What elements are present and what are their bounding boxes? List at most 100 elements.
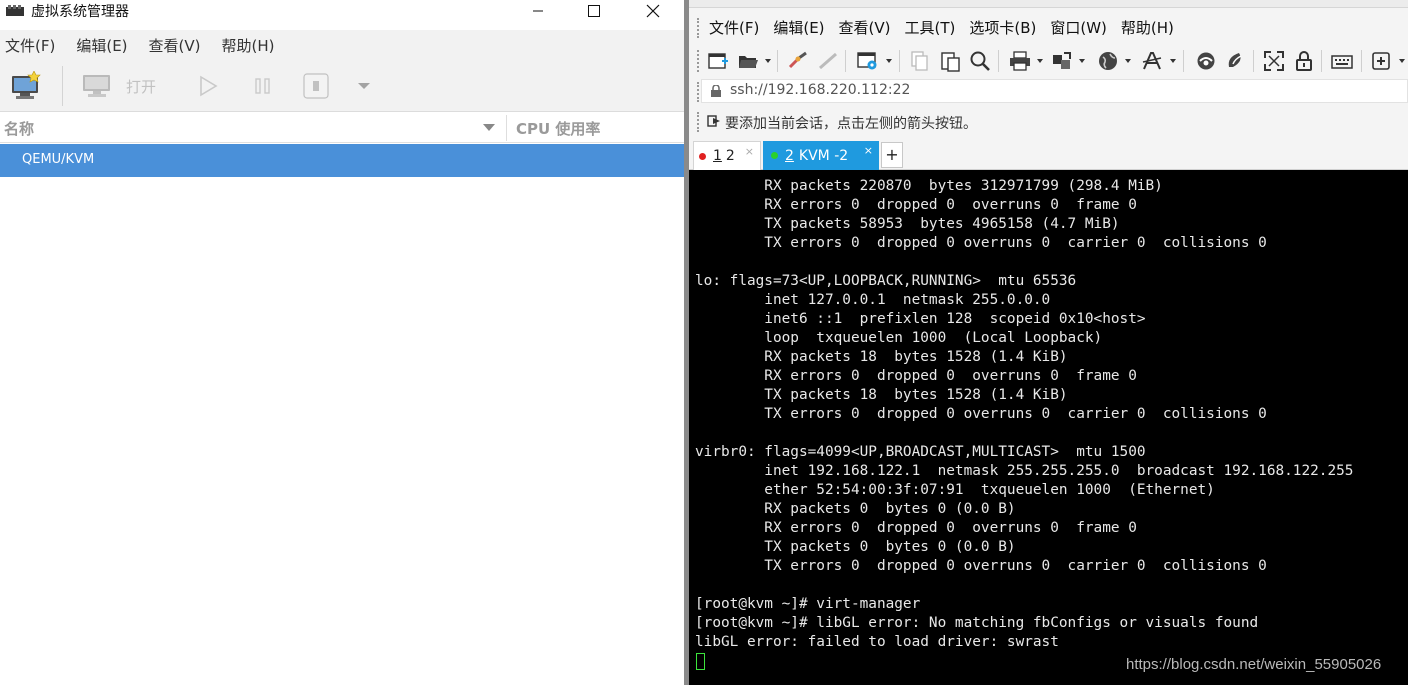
xs-menu-tab[interactable]: 选项卡(B) xyxy=(969,17,1036,38)
terminal-line: inet6 ::1 prefixlen 128 scopeid 0x10<hos… xyxy=(695,311,1146,327)
terminal-line: TX errors 0 dropped 0 overruns 0 carrier… xyxy=(695,558,1267,574)
open-dropdown-icon[interactable] xyxy=(765,59,771,63)
xs-menu-help[interactable]: 帮助(H) xyxy=(1121,17,1174,38)
terminal-line: RX packets 0 bytes 0 (0.0 B) xyxy=(695,501,1016,517)
print-icon[interactable] xyxy=(1009,50,1031,72)
menu-help[interactable]: 帮助(H) xyxy=(222,35,275,56)
terminal-line: TX packets 18 bytes 1528 (1.4 KiB) xyxy=(695,387,1068,403)
transfer-dropdown-icon[interactable] xyxy=(1079,59,1085,63)
disconnect-icon[interactable] xyxy=(817,50,839,72)
app-logo-icon xyxy=(6,5,24,16)
font-icon[interactable] xyxy=(1141,50,1163,72)
xftp-icon[interactable] xyxy=(1195,50,1217,72)
vm-list-header: 名称 CPU 使用率 xyxy=(0,112,684,143)
column-cpu-header[interactable]: CPU 使用率 xyxy=(516,118,600,139)
keyboard-icon[interactable] xyxy=(1331,50,1353,72)
transfer-icon[interactable] xyxy=(1051,50,1073,72)
xshell-titlebar-edge xyxy=(689,0,1408,8)
globe-dropdown-icon[interactable] xyxy=(1125,59,1131,63)
find-icon[interactable] xyxy=(969,50,991,72)
minimize-icon xyxy=(533,10,543,12)
terminal-line: RX errors 0 dropped 0 overruns 0 frame 0 xyxy=(695,368,1137,384)
session-tip-bar: 要添加当前会话，点击左侧的箭头按钮。 xyxy=(689,108,1408,136)
properties-dropdown-icon[interactable] xyxy=(886,59,892,63)
tab-label: KVM -2 xyxy=(798,147,849,164)
close-button[interactable] xyxy=(630,0,676,22)
shutdown-dropdown-button[interactable] xyxy=(357,70,371,102)
menu-file[interactable]: 文件(F) xyxy=(5,35,55,56)
xftp-alt-icon[interactable] xyxy=(1225,50,1247,72)
terminal-line: ether 52:54:00:3f:07:91 txqueuelen 1000 … xyxy=(695,482,1215,498)
terminal-line: libGL error: failed to load driver: swra… xyxy=(695,634,1059,650)
xs-menu-window[interactable]: 窗口(W) xyxy=(1050,17,1107,38)
tab-close-icon[interactable]: × xyxy=(864,144,873,157)
monitor-icon xyxy=(83,75,110,97)
tab-number: 2 xyxy=(785,147,794,164)
tab-close-icon[interactable]: × xyxy=(745,145,754,158)
xs-menu-edit[interactable]: 编辑(E) xyxy=(773,17,824,38)
terminal-line: RX packets 18 bytes 1528 (1.4 KiB) xyxy=(695,349,1068,365)
globe-icon[interactable] xyxy=(1097,50,1119,72)
minimize-button[interactable] xyxy=(515,0,561,22)
maximize-button[interactable] xyxy=(571,0,617,22)
open-folder-icon[interactable] xyxy=(737,50,759,72)
tab-number: 1 xyxy=(713,148,722,164)
vm-menubar: 文件(F) 编辑(E) 查看(V) 帮助(H) xyxy=(0,30,684,60)
toolbar-separator xyxy=(899,50,900,72)
session-tabs: 1 2 × 2 KVM -2 × + xyxy=(689,139,1408,170)
address-lock-icon xyxy=(711,85,721,97)
xshell-toolbar xyxy=(689,44,1408,76)
address-bar[interactable]: ssh://192.168.220.112:22 xyxy=(701,79,1408,103)
toolbar-separator xyxy=(1253,50,1254,72)
terminal[interactable]: RX packets 220870 bytes 312971799 (298.4… xyxy=(689,170,1408,685)
lock-icon[interactable] xyxy=(1293,50,1315,72)
print-dropdown-icon[interactable] xyxy=(1037,59,1043,63)
xshell-menubar: 文件(F) 编辑(E) 查看(V) 工具(T) 选项卡(B) 窗口(W) 帮助(… xyxy=(689,12,1408,42)
new-tab-button[interactable]: + xyxy=(881,142,903,168)
maximize-icon xyxy=(588,5,600,17)
toolbar-grip xyxy=(697,50,699,72)
paste-icon[interactable] xyxy=(939,50,961,72)
xs-menu-tools[interactable]: 工具(T) xyxy=(905,17,956,38)
run-button[interactable] xyxy=(197,70,219,102)
close-icon xyxy=(646,4,660,18)
connection-row[interactable]: QEMU/KVM xyxy=(0,144,684,177)
terminal-line: RX errors 0 dropped 0 overruns 0 frame 0 xyxy=(695,197,1137,213)
terminal-line: [root@kvm ~]# virt-manager xyxy=(695,596,921,612)
tipbar-grip xyxy=(697,112,699,132)
add-icon[interactable] xyxy=(1371,50,1393,72)
tab-session-1[interactable]: 1 2 × xyxy=(693,141,761,170)
add-session-arrow-icon[interactable] xyxy=(707,114,721,128)
fullscreen-icon[interactable] xyxy=(1263,50,1285,72)
terminal-line: lo: flags=73<UP,LOOPBACK,RUNNING> mtu 65… xyxy=(695,273,1077,289)
menu-view[interactable]: 查看(V) xyxy=(149,35,201,56)
font-dropdown-icon[interactable] xyxy=(1170,59,1176,63)
new-vm-button[interactable] xyxy=(10,70,42,102)
add-dropdown-icon[interactable] xyxy=(1399,59,1405,63)
tab-label: 2 xyxy=(725,148,735,164)
session-properties-icon[interactable] xyxy=(857,50,879,72)
menu-edit[interactable]: 编辑(E) xyxy=(76,35,127,56)
session-tip-text: 要添加当前会话，点击左侧的箭头按钮。 xyxy=(725,116,977,132)
terminal-line: TX packets 58953 bytes 4965158 (4.7 MiB) xyxy=(695,216,1120,232)
copy-icon[interactable] xyxy=(909,50,931,72)
open-button-label: 打开 xyxy=(126,77,157,96)
column-name-header[interactable]: 名称 xyxy=(4,118,34,139)
sort-arrow-icon[interactable] xyxy=(482,123,496,133)
open-button[interactable]: 打开 xyxy=(82,70,156,102)
pause-button[interactable] xyxy=(252,70,274,102)
xs-menu-view[interactable]: 查看(V) xyxy=(839,17,891,38)
tab-session-2[interactable]: 2 KVM -2 × xyxy=(763,141,879,170)
new-session-icon[interactable] xyxy=(707,50,729,72)
terminal-line: virbr0: flags=4099<UP,BROADCAST,MULTICAS… xyxy=(695,444,1146,460)
terminal-line: RX errors 0 dropped 0 overruns 0 frame 0 xyxy=(695,520,1137,536)
status-dot-disconnected xyxy=(699,152,706,160)
reconnect-icon[interactable] xyxy=(787,50,809,72)
xs-menu-file[interactable]: 文件(F) xyxy=(709,17,759,38)
virt-manager-window: 虚拟系统管理器 文件(F) 编辑(E) 查看(V) 帮助(H) 打开 名称 CP… xyxy=(0,0,684,685)
toolbar-separator xyxy=(1321,50,1322,72)
shutdown-button[interactable] xyxy=(303,70,329,102)
